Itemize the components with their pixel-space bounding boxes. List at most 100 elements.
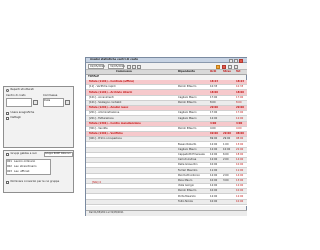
cell-c4: 6:00 — [223, 152, 229, 156]
cell-c1: Totale (1101) - Centrale (ufficio) — [89, 80, 135, 84]
group-row-label: [SIG] 4 — [92, 181, 101, 184]
cell-c2: Pacioli Pitaurro — [178, 85, 197, 89]
cell-c3: 18:00 — [210, 90, 218, 94]
cell-c1: Totale (1201) - Analisi resoc — [89, 106, 129, 110]
cell-c2: Cerruti Andrea — [178, 158, 197, 162]
cell-c2: Cagliani Mauro — [178, 147, 197, 151]
cell-c4: 10:00 — [223, 147, 231, 151]
export-icon[interactable] — [216, 64, 220, 69]
cell-c2: Vista Giorgio — [178, 184, 194, 188]
cell-c5: 14:00 — [236, 158, 244, 162]
cell-c1: Totale (1301) - Centro manutenzione — [89, 121, 141, 125]
col-ordi[interactable]: Ordi — [210, 71, 216, 74]
cell-c5: 18:00 — [236, 152, 244, 156]
list-item-code[interactable]: 001 — [7, 160, 12, 164]
status-text: Dal 01/05/2011 al 31/05/2011 — [89, 210, 124, 214]
cell-c2: Pace Mauro — [178, 178, 193, 182]
close-button[interactable] — [239, 58, 243, 63]
analysis-window: Analisi statistiche centri di costo 01/0… — [85, 57, 247, 216]
print-icon[interactable] — [137, 64, 141, 69]
minimize-button[interactable] — [229, 58, 233, 63]
cell-c2: Pacioli Pitaurro — [178, 100, 197, 104]
cell-c1: [201] - Fatturazione — [89, 116, 114, 120]
total-label: TOTALE — [88, 75, 99, 79]
cell-c1: Totale (1401) - Verifiche — [89, 132, 123, 136]
cell-c2: Tullio Nicola — [178, 199, 193, 203]
cell-c5: 10:00 — [236, 163, 244, 167]
cell-c5: 13:00 — [236, 142, 244, 146]
excel-icon[interactable] — [228, 64, 232, 69]
group-checkbox[interactable] — [6, 153, 9, 156]
list-item-code[interactable]: 002 — [7, 165, 12, 169]
cell-c2: Cagliani Mauro — [178, 95, 197, 99]
cell-c5: 29:00 — [236, 106, 244, 110]
centro-costo-input[interactable] — [6, 98, 32, 107]
cell-c4: 29:00 — [223, 137, 231, 141]
reparti-radio[interactable] — [6, 89, 9, 92]
table-row[interactable]: Tullio Nicola 10:00 10:00 — [86, 199, 247, 205]
cell-c3: 12:00 — [210, 116, 218, 120]
anagrafiche-checkbox[interactable] — [6, 112, 9, 115]
col-commessa[interactable]: Commessa — [116, 71, 132, 74]
window-title: Analisi statistiche centri di costo — [90, 58, 139, 62]
maximize-button[interactable] — [234, 58, 238, 63]
list-item-name[interactable]: Lavoro ordinario — [14, 160, 35, 164]
list-item-code[interactable]: 003 — [7, 170, 12, 174]
col-strao[interactable]: Strao — [223, 71, 231, 74]
cell-c3: 69:00 — [210, 132, 218, 136]
cell-c2: Pacchetti Antonio — [178, 173, 200, 177]
cell-c5: 11:00 — [236, 168, 244, 172]
col-dipendente[interactable]: Dipendente — [178, 71, 195, 74]
refresh-icon[interactable] — [132, 64, 136, 69]
commessa-picker-button[interactable] — [65, 100, 70, 105]
cell-c3: 12:00 — [210, 158, 218, 162]
cell-c3: 18:23 — [210, 80, 218, 84]
cell-c5: 98:00 — [236, 137, 244, 141]
cell-c1: Totale (1101) - Archivio interni — [89, 90, 133, 94]
cell-c5: 4:00 — [236, 121, 243, 125]
col-tot[interactable]: Tot — [236, 71, 240, 74]
list-item-name[interactable]: Lav. ufficiali — [14, 170, 29, 174]
group-label: Gruppi gabbie a reci — [10, 152, 37, 156]
left-panel: Reparti strutturati Centro di costo Comm… — [3, 86, 74, 148]
cell-c1: [201] - Amministrazione — [89, 111, 120, 115]
cell-c2: Busan Roberto — [178, 142, 197, 146]
pdf-icon[interactable] — [222, 64, 226, 69]
cell-c5: 13:00 — [236, 178, 244, 182]
cell-c2: Porta Maurizio — [178, 194, 196, 198]
cell-c4: 2:00 — [223, 158, 229, 162]
filter-icon[interactable] — [127, 64, 131, 69]
settings-icon[interactable] — [234, 64, 238, 69]
cell-c3: 10:00 — [210, 163, 218, 167]
cell-c4: 29:00 — [223, 132, 231, 136]
cell-c3: 10:33 — [210, 85, 218, 89]
cell-c2: Ferrari Maurizio — [178, 168, 198, 172]
date-from-input[interactable]: 01/05/2011 — [88, 64, 105, 69]
cell-c3: 8:00 — [210, 100, 216, 104]
cell-c3: 12:00 — [210, 152, 218, 156]
cell-c1: [101] - Sostegno contabili — [89, 100, 122, 104]
cell-c3: 11:00 — [210, 168, 218, 172]
cell-c3: 29:00 — [210, 106, 218, 110]
cell-c1: [11] - Verifiche rapidi — [89, 85, 116, 89]
cell-c3: 4:00 — [210, 126, 216, 130]
cell-c4: 1:00 — [223, 142, 229, 146]
dettagli-checkbox[interactable] — [6, 117, 9, 120]
cell-c3: 12:00 — [210, 173, 218, 177]
cell-c5: 18:23 — [236, 80, 244, 84]
cell-c4: 3:00 — [223, 178, 229, 182]
cell-c5: 10:00 — [236, 199, 244, 203]
bottom-checkbox[interactable] — [6, 181, 9, 184]
cell-c2: Pacioli Pitaurro — [178, 189, 197, 193]
date-to-input[interactable]: 31/05/2011 — [108, 64, 125, 69]
cell-c5: 14:00 — [236, 173, 244, 177]
cell-c3: 12:00 — [210, 142, 218, 146]
cell-c3: 17:00 — [210, 111, 218, 115]
list-item-name[interactable]: Lav. straordinario — [14, 165, 37, 169]
cell-c3: 10:00 — [210, 189, 218, 193]
cell-c2: Cappellotti Emanuele — [178, 152, 205, 156]
centro-costo-picker-button[interactable] — [33, 100, 38, 105]
cell-c5: 4:00 — [236, 126, 242, 130]
anagrafiche-label: Usare anagrafiche — [10, 111, 35, 115]
cell-c1: [401] - Primo occupazione — [89, 137, 122, 141]
